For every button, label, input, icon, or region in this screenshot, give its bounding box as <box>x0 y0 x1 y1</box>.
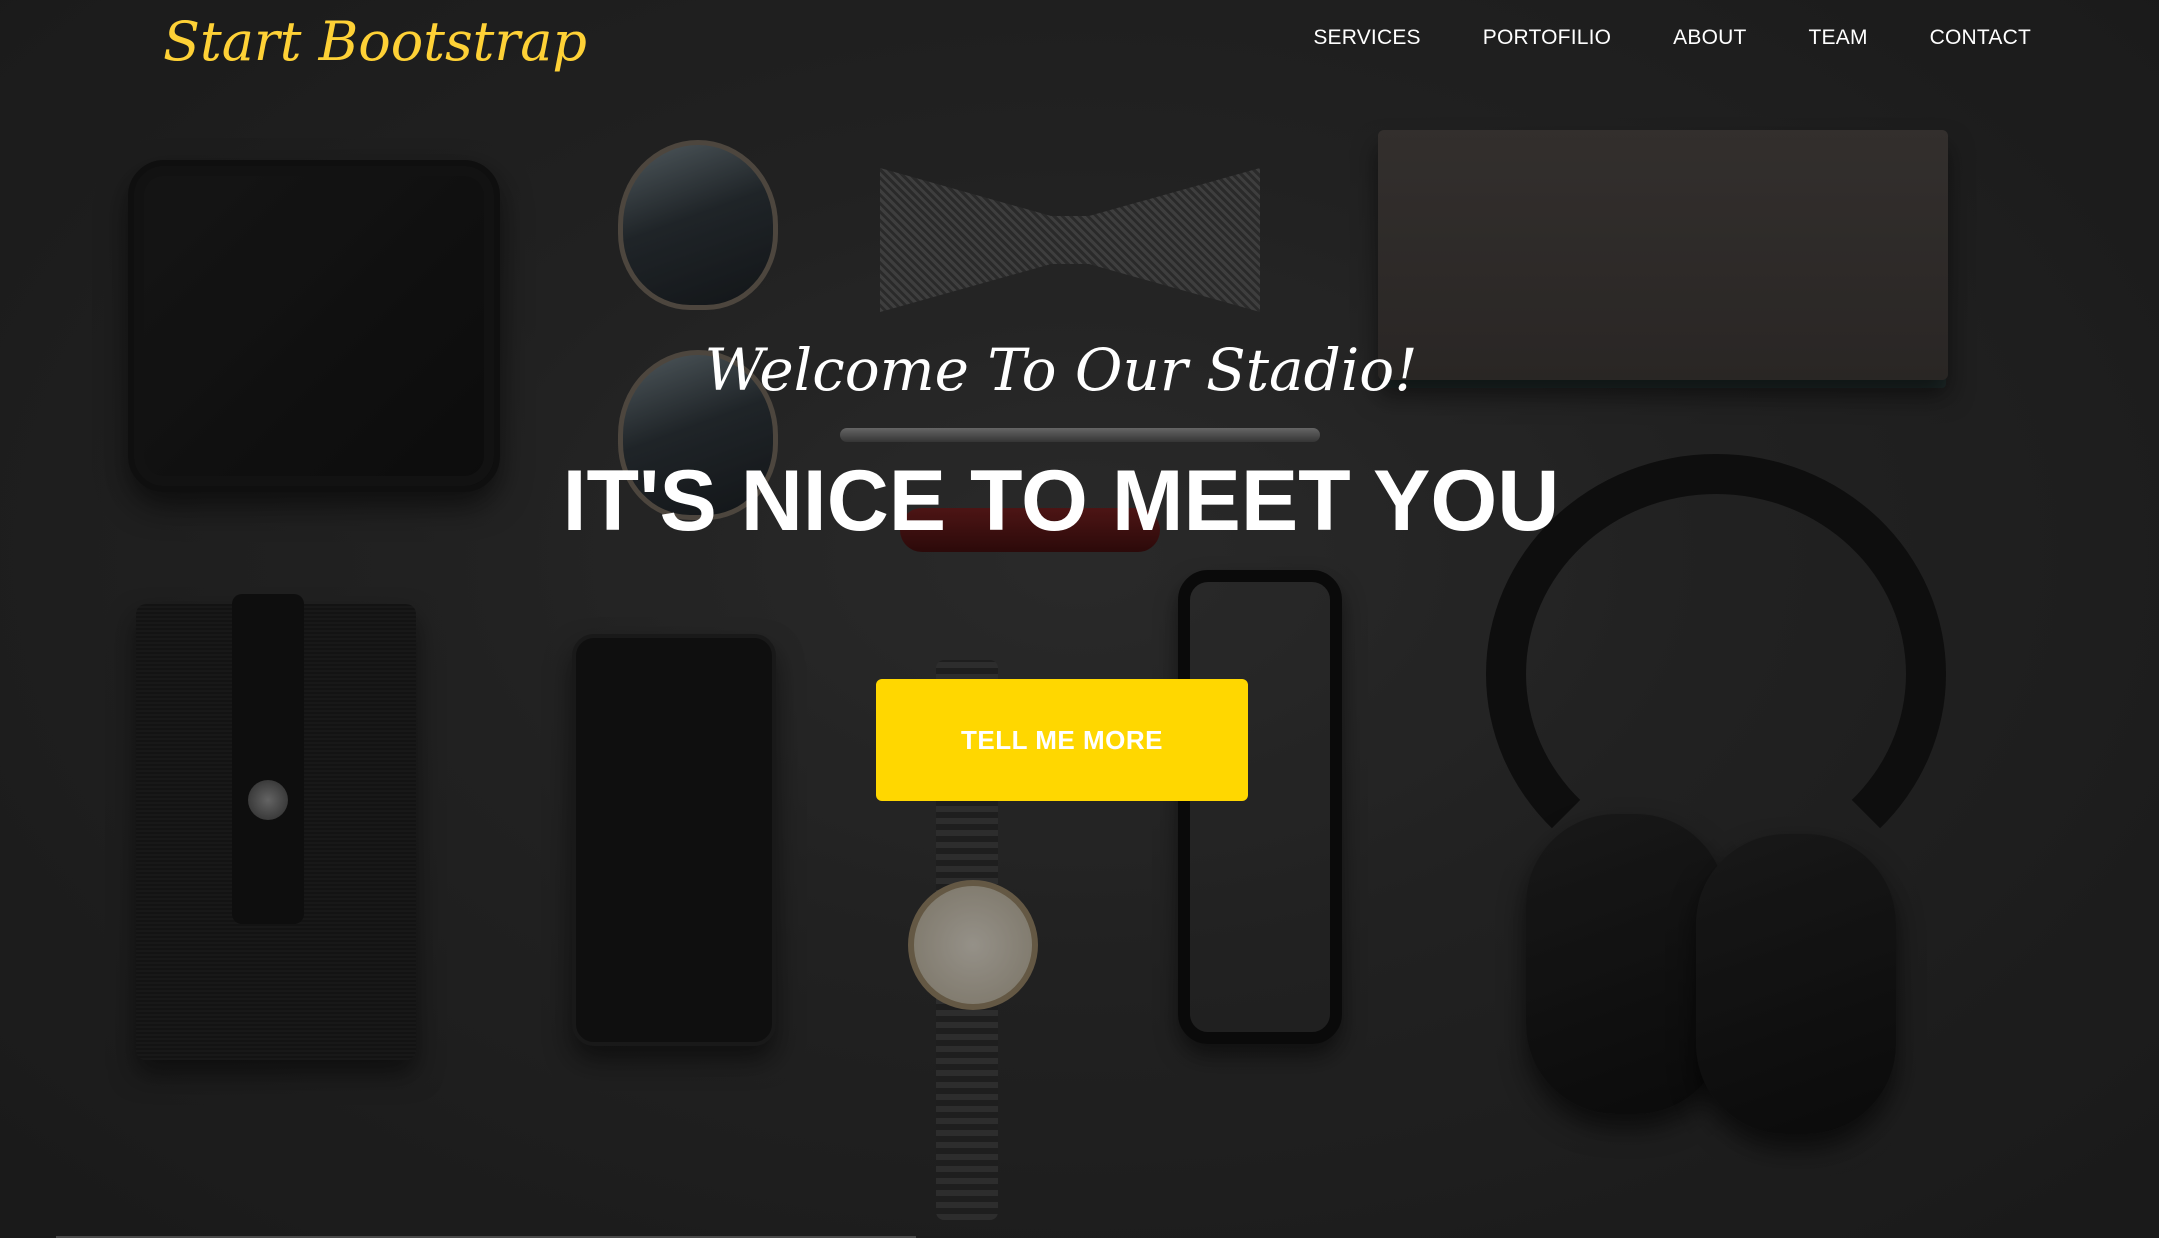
nav-item-portfolio: PORTOFILIO <box>1483 26 1611 50</box>
nav-item-contact: CONTACT <box>1930 26 2031 50</box>
nav-link-services[interactable]: SERVICES <box>1313 26 1420 49</box>
nav-item-about: ABOUT <box>1673 26 1746 50</box>
tell-me-more-button[interactable]: TELL ME MORE <box>876 679 1248 801</box>
navbar: Start Bootstrap SERVICES PORTOFILIO ABOU… <box>0 0 2159 90</box>
nav-menu: SERVICES PORTOFILIO ABOUT TEAM CONTACT <box>1251 26 2031 50</box>
nav-item-team: TEAM <box>1809 26 1868 50</box>
nav-link-portfolio[interactable]: PORTOFILIO <box>1483 26 1611 49</box>
nav-link-contact[interactable]: CONTACT <box>1930 26 2031 49</box>
background-overlay <box>0 0 2159 1238</box>
nav-item-services: SERVICES <box>1313 26 1420 50</box>
brand-logo[interactable]: Start Bootstrap <box>163 10 587 73</box>
hero-subheading: Welcome To Our Stadio! <box>704 336 1418 404</box>
nav-link-team[interactable]: TEAM <box>1809 26 1868 49</box>
page: Start Bootstrap SERVICES PORTOFILIO ABOU… <box>0 0 2159 1238</box>
nav-link-about[interactable]: ABOUT <box>1673 26 1746 49</box>
hero-heading: IT'S NICE TO MEET YOU <box>562 453 1560 549</box>
